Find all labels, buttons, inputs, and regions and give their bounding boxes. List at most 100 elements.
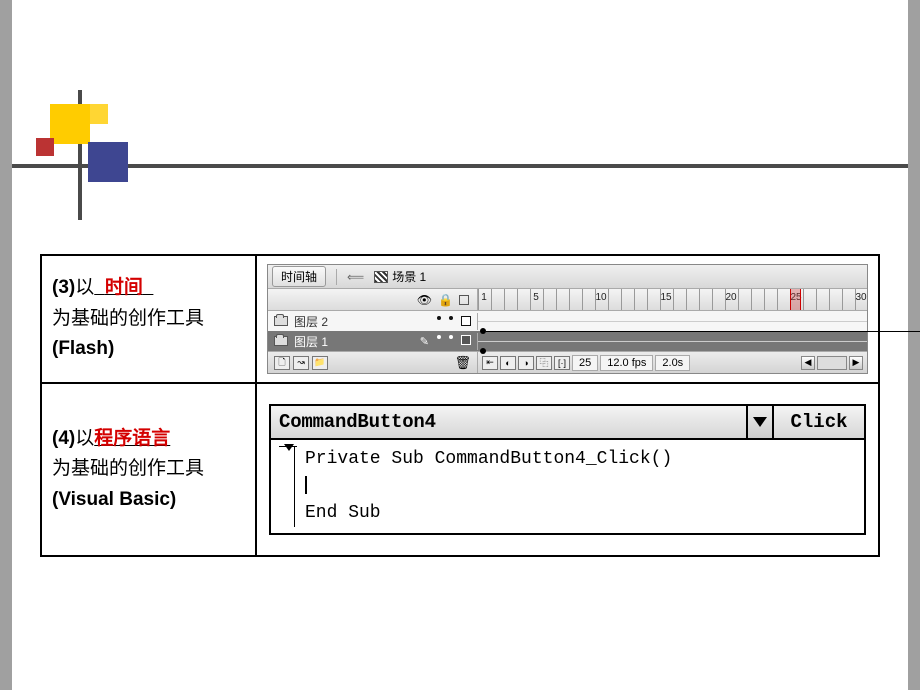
layer1-lock-dot[interactable] bbox=[449, 335, 453, 339]
goto-icon[interactable]: ⇤ bbox=[482, 356, 498, 370]
row3-text-cell: (3)以 时间 为基础的创作工具 (Flash) bbox=[41, 255, 256, 383]
row3-image-cell: 时间轴 ⟸ 场景 1 👁 🔒 bbox=[256, 255, 879, 383]
layer1-outline-box[interactable] bbox=[461, 335, 471, 345]
code-lines: Private Sub CommandButton4_Click() End S… bbox=[305, 446, 672, 527]
clapperboard-icon bbox=[374, 271, 388, 283]
layer2-name: 图层 2 bbox=[294, 313, 328, 330]
object-combobox[interactable]: CommandButton4 bbox=[271, 406, 774, 438]
ruler-15: 15 bbox=[660, 292, 671, 303]
scene-name: 场景 1 bbox=[392, 268, 426, 285]
content-table: (3)以 时间 为基础的创作工具 (Flash) 时间轴 ⟸ 场景 1 bbox=[40, 254, 880, 557]
new-layer-icon[interactable]: 🗋 bbox=[274, 356, 290, 370]
current-frame: 25 bbox=[572, 355, 598, 371]
new-guide-icon[interactable]: ↝ bbox=[293, 356, 309, 370]
brackets-icon[interactable]: [·] bbox=[554, 356, 570, 370]
logo-square-blue bbox=[88, 142, 128, 182]
code-line-1: Private Sub CommandButton4_Click() bbox=[305, 446, 672, 473]
flash-header-row: 👁 🔒 1 5 10 15 20 bbox=[268, 289, 867, 311]
table-row: (3)以 时间 为基础的创作工具 (Flash) 时间轴 ⟸ 场景 1 bbox=[41, 255, 879, 383]
row4-image-cell: CommandButton4 Click bbox=[256, 383, 879, 556]
layer-column-icons: 👁 🔒 bbox=[268, 289, 478, 310]
layer-controls: 🗋 ↝ 📁 🗑 bbox=[268, 352, 478, 373]
timeline-status-bar: ⇤ ◐ ◑ ⿻ [·] 25 12.0 fps 2.0s ◀ ▶ bbox=[478, 352, 867, 373]
timeline-tab[interactable]: 时间轴 bbox=[272, 266, 326, 287]
combo-dropdown-button[interactable] bbox=[746, 406, 772, 438]
slide-logo bbox=[12, 90, 212, 220]
row4-tool: (Visual Basic) bbox=[52, 489, 176, 510]
tab-divider bbox=[336, 269, 337, 285]
row3-prefix: 以 bbox=[75, 277, 94, 298]
eye-icon[interactable]: 👁 bbox=[417, 293, 432, 307]
vb-top-bar: CommandButton4 Click bbox=[271, 406, 864, 440]
row3-tool: (Flash) bbox=[52, 338, 114, 359]
scroll-track[interactable] bbox=[817, 356, 847, 370]
text-cursor bbox=[305, 476, 307, 494]
row4-line2: 为基础的创作工具 bbox=[52, 458, 204, 479]
h-scrollbar[interactable]: ◀ ▶ bbox=[801, 356, 863, 370]
layer2-label: 图层 2 bbox=[268, 313, 478, 330]
row3-underline: 时间 bbox=[94, 277, 153, 298]
layer-icon bbox=[274, 336, 288, 346]
event-value: Click bbox=[790, 411, 847, 433]
logo-hbar bbox=[12, 164, 908, 168]
keyframe-dot[interactable] bbox=[480, 348, 486, 354]
frame-ruler[interactable]: 1 5 10 15 20 25 30 35 40 bbox=[478, 289, 867, 310]
layer2-vis-dot[interactable] bbox=[437, 316, 441, 320]
layer-row-1[interactable]: 图层 1 ✎ bbox=[268, 331, 867, 351]
layer2-track[interactable] bbox=[478, 321, 867, 322]
flash-tab-bar: 时间轴 ⟸ 场景 1 bbox=[268, 265, 867, 289]
object-combo-value: CommandButton4 bbox=[279, 411, 436, 433]
ruler-10: 10 bbox=[595, 292, 606, 303]
row3-answer: 时间 bbox=[105, 277, 143, 298]
code-gutter bbox=[281, 446, 295, 527]
playhead[interactable] bbox=[790, 289, 801, 310]
slide: (3)以 时间 为基础的创作工具 (Flash) 时间轴 ⟸ 场景 1 bbox=[12, 0, 908, 690]
scroll-left-icon[interactable]: ◀ bbox=[801, 356, 815, 370]
row4-underline: 程序语言 bbox=[94, 428, 170, 449]
layer2-outline-box[interactable] bbox=[461, 316, 471, 326]
chevron-down-icon bbox=[753, 417, 767, 427]
outline-toggle-icon[interactable] bbox=[459, 295, 469, 305]
new-folder-icon[interactable]: 📁 bbox=[312, 356, 328, 370]
code-line-2: End Sub bbox=[305, 500, 672, 527]
vb-code-panel: CommandButton4 Click bbox=[269, 404, 866, 535]
flash-footer: 🗋 ↝ 📁 🗑 ⇤ ◐ ◑ ⿻ [·] 25 bbox=[268, 351, 867, 373]
back-arrow-icon[interactable]: ⟸ bbox=[347, 270, 364, 284]
event-combobox[interactable]: Click bbox=[774, 406, 864, 438]
row3-number: (3) bbox=[52, 277, 75, 298]
lock-icon[interactable]: 🔒 bbox=[438, 293, 453, 307]
logo-square-yellow-small bbox=[88, 104, 108, 124]
vb-code-area[interactable]: Private Sub CommandButton4_Click() End S… bbox=[271, 440, 864, 533]
layer-row-2[interactable]: 图层 2 bbox=[268, 311, 867, 331]
scroll-right-icon[interactable]: ▶ bbox=[849, 356, 863, 370]
edit-multi-icon[interactable]: ⿻ bbox=[536, 356, 552, 370]
ruler-20: 20 bbox=[725, 292, 736, 303]
ruler-numbers: 1 5 10 15 20 25 30 35 40 bbox=[478, 289, 867, 310]
logo-square-yellow bbox=[50, 104, 90, 144]
row4-prefix: 以 bbox=[75, 428, 94, 449]
table-row: (4)以程序语言 为基础的创作工具 (Visual Basic) Command… bbox=[41, 383, 879, 556]
layer1-vis-dot[interactable] bbox=[437, 335, 441, 339]
layer1-name: 图层 1 bbox=[294, 333, 328, 350]
gutter-caret-icon bbox=[284, 444, 294, 451]
onion-skin-icon[interactable]: ◐ bbox=[500, 356, 516, 370]
layer1-label: 图层 1 ✎ bbox=[268, 333, 478, 350]
scene-label[interactable]: 场景 1 bbox=[374, 268, 426, 285]
trash-icon[interactable]: 🗑 bbox=[454, 355, 471, 371]
layer-icon bbox=[274, 316, 288, 326]
row4-text-cell: (4)以程序语言 为基础的创作工具 (Visual Basic) bbox=[41, 383, 256, 556]
logo-square-red bbox=[36, 138, 54, 156]
row3-line2: 为基础的创作工具 bbox=[52, 308, 204, 329]
flash-panel: 时间轴 ⟸ 场景 1 👁 🔒 bbox=[267, 264, 868, 374]
ruler-1: 1 bbox=[481, 292, 487, 303]
ruler-5: 5 bbox=[533, 292, 539, 303]
row4-number: (4) bbox=[52, 428, 75, 449]
tween-line bbox=[486, 331, 920, 332]
code-cursor-line bbox=[305, 473, 672, 500]
time-display: 2.0s bbox=[655, 355, 690, 371]
row4-answer: 程序语言 bbox=[94, 428, 170, 449]
layer1-track[interactable] bbox=[478, 341, 867, 342]
onion-outline-icon[interactable]: ◑ bbox=[518, 356, 534, 370]
ruler-30: 30 bbox=[855, 292, 866, 303]
layer2-lock-dot[interactable] bbox=[449, 316, 453, 320]
